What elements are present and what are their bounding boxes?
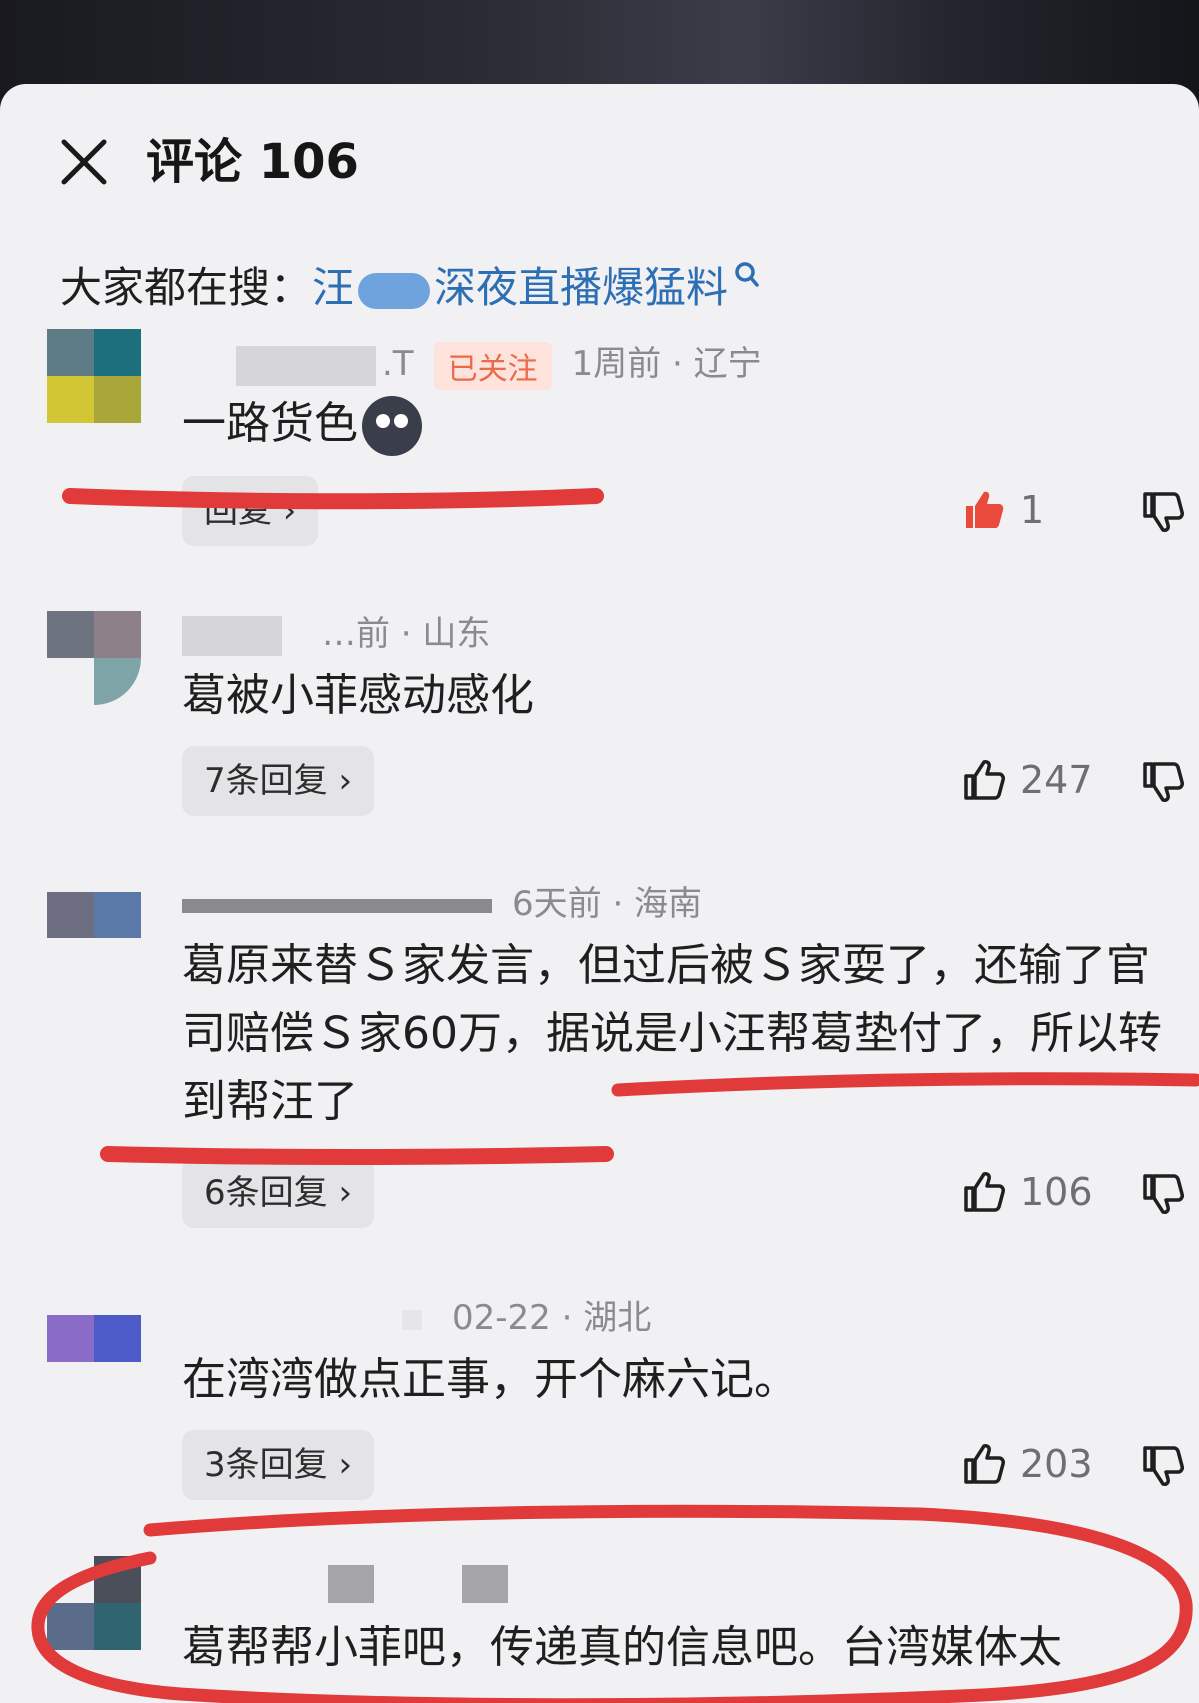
dislike-icon[interactable] <box>1142 1172 1186 1216</box>
following-badge: 已关注 <box>433 341 552 390</box>
like-count: 106 <box>1020 1170 1093 1214</box>
dislike-icon[interactable] <box>1142 490 1186 534</box>
avatar[interactable] <box>47 1556 141 1650</box>
username-blurred[interactable] <box>182 615 282 656</box>
comment-time-location: …前 · 山东 <box>322 614 491 654</box>
reply-button[interactable]: 7条回复 › <box>182 746 375 816</box>
trending-search-link-start: 汪 <box>312 263 355 312</box>
comment-text: 葛帮帮小菲吧，传递真的信息吧。台湾媒体太 <box>182 1622 1062 1673</box>
username-blurred[interactable] <box>236 345 376 386</box>
reply-button[interactable]: 3条回复 › <box>182 1430 375 1500</box>
avatar[interactable] <box>47 1315 141 1375</box>
comment-time-location: 1周前 · 辽宁 <box>571 344 762 384</box>
username-blurred <box>462 1564 508 1603</box>
like-icon[interactable] <box>962 758 1006 802</box>
comment-meta: 02-22 · 湖北 <box>182 1290 651 1339</box>
like-count: 1 <box>1020 488 1045 532</box>
comment-text: 葛被小菲感动感化 <box>182 670 534 721</box>
comment-text: 在湾湾做点正事，开个麻六记。 <box>182 1354 798 1405</box>
avatar[interactable] <box>47 892 141 938</box>
close-icon[interactable] <box>58 136 110 188</box>
comment-text: 一路货色 <box>182 390 1192 458</box>
face-emoji-icon <box>362 396 422 456</box>
comments-sheet: 评论 106 大家都在搜：汪 深夜直播爆猛料 .T 已关注 1周前 · 辽宁 一路货色… <box>0 84 1199 1703</box>
comment-meta <box>182 1562 508 1603</box>
redacted-blur <box>358 272 431 309</box>
page-title: 评论 106 <box>146 134 359 190</box>
comment-text-content: 一路货色 <box>182 398 358 449</box>
dislike-icon[interactable] <box>1142 760 1186 804</box>
comment-meta: …前 · 山东 <box>182 606 490 656</box>
search-icon <box>735 262 759 287</box>
comment-time-location: 6天前 · 海南 <box>512 884 703 924</box>
trending-search-link[interactable]: 汪 深夜直播爆猛料 <box>312 263 728 312</box>
username-blurred[interactable] <box>328 1564 374 1603</box>
trending-search: 大家都在搜：汪 深夜直播爆猛料 <box>60 260 762 316</box>
comment-meta: .T 已关注 1周前 · 辽宁 <box>182 336 762 390</box>
username-tail: .T <box>382 344 414 384</box>
like-count: 203 <box>1020 1442 1093 1486</box>
dislike-icon[interactable] <box>1142 1444 1186 1488</box>
trending-search-link-rest: 深夜直播爆猛料 <box>434 263 729 312</box>
like-count: 247 <box>1020 758 1093 802</box>
comment-meta: 6天前 · 海南 <box>182 876 702 925</box>
trending-search-prefix: 大家都在搜： <box>60 263 313 312</box>
like-icon[interactable] <box>962 1442 1006 1486</box>
avatar[interactable] <box>47 611 141 705</box>
comment-text: 葛原来替Ｓ家发言，但过后被Ｓ家耍了，还输了官司赔偿Ｓ家60万，据说是小汪帮葛垫付… <box>182 940 1162 1127</box>
avatar[interactable] <box>47 329 141 423</box>
reply-button[interactable]: 6条回复 › <box>182 1158 375 1228</box>
username-blurred[interactable] <box>402 1309 422 1330</box>
like-icon[interactable] <box>962 1170 1006 1214</box>
like-icon[interactable] <box>962 488 1006 532</box>
username-blurred[interactable] <box>182 898 492 913</box>
comment-time-location: 02-22 · 湖北 <box>452 1298 652 1338</box>
reply-button[interactable]: 回复 › <box>182 476 319 546</box>
